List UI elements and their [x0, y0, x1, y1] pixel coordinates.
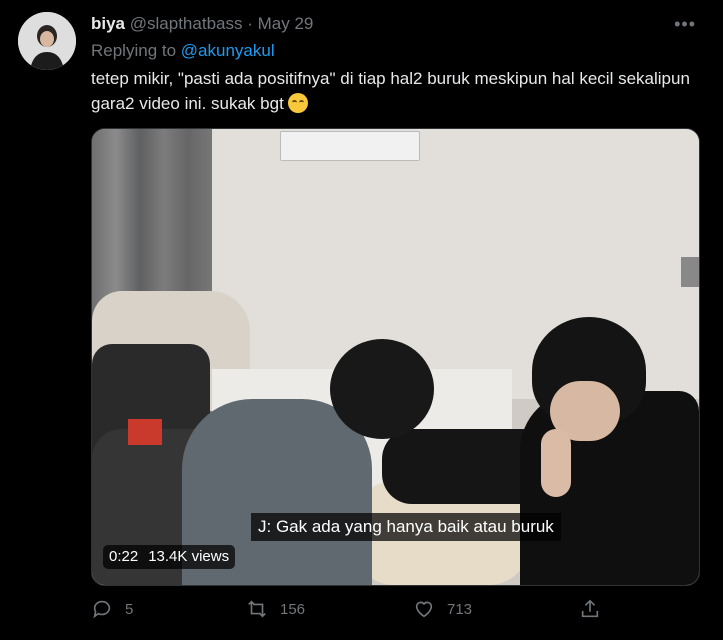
like-button[interactable]: 713 — [413, 598, 472, 620]
heart-icon — [415, 601, 433, 618]
separator: · — [247, 14, 253, 33]
video-info-badge: 0:22 13.4K views — [103, 545, 236, 569]
replying-to-line: Replying to @akunyakul — [91, 41, 275, 61]
more-horizontal-icon[interactable]: ••• — [674, 14, 696, 35]
video-player[interactable]: J: Gak ada yang hanya baik atau buruk 0:… — [91, 128, 700, 586]
retweet-button[interactable]: 156 — [246, 598, 305, 620]
reply-button[interactable]: 5 — [91, 598, 133, 620]
tweet-actions: 5 156 713 — [91, 598, 711, 626]
video-subtitle: J: Gak ada yang hanya baik atau buruk — [251, 513, 561, 541]
reply-icon — [93, 600, 111, 619]
replying-prefix: Replying to — [91, 41, 177, 60]
video-views: 13.4K views — [148, 548, 230, 565]
video-air-conditioner — [280, 131, 420, 161]
avatar[interactable] — [18, 12, 76, 70]
tweet-body: tetep mikir, "pasti ada positifnya" di t… — [91, 69, 690, 113]
video-person-right-hand — [541, 429, 571, 497]
user-handle[interactable]: @slapthatbass — [130, 14, 243, 33]
display-name[interactable]: biya — [91, 14, 125, 33]
video-wall-switch — [681, 257, 699, 287]
replying-to-link[interactable]: @akunyakul — [181, 41, 275, 60]
tweet-date[interactable]: May 29 — [258, 14, 314, 33]
tweet-header: biya @slapthatbass · May 29 — [91, 14, 313, 34]
tweet-text: tetep mikir, "pasti ada positifnya" di t… — [91, 66, 691, 116]
like-count: 713 — [447, 600, 473, 618]
share-icon — [581, 599, 599, 618]
share-button[interactable] — [579, 598, 601, 620]
retweet-icon — [248, 600, 266, 618]
video-time: 0:22 — [109, 548, 139, 565]
rolling-eyes-emoji-icon — [287, 93, 308, 113]
reply-count: 5 — [125, 600, 134, 618]
video-person-left-head — [330, 339, 434, 439]
video-red-sticker — [128, 419, 162, 445]
retweet-count: 156 — [280, 600, 306, 618]
